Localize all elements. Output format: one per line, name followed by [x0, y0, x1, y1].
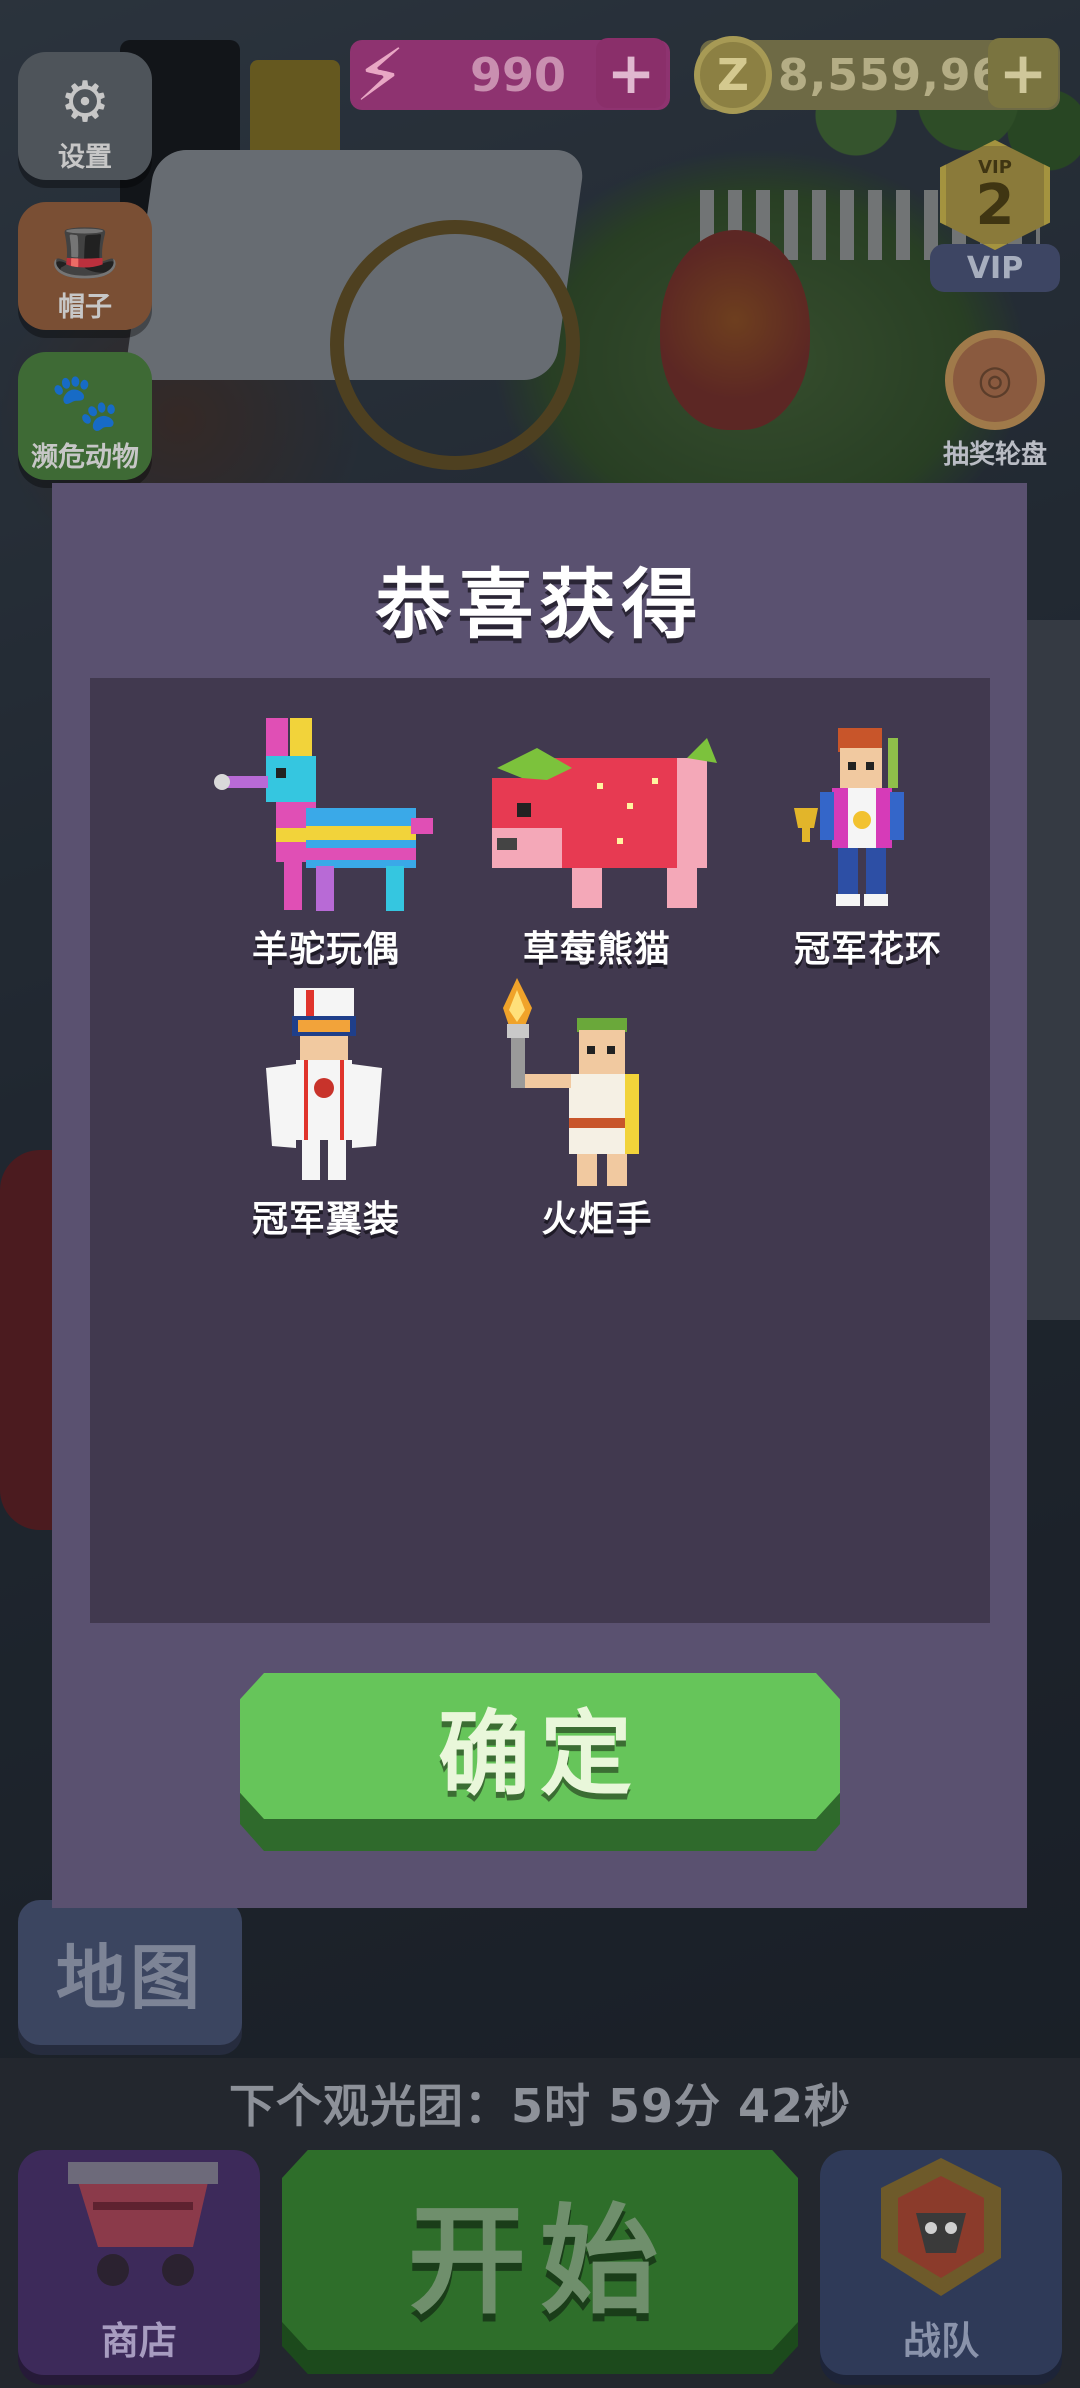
- building-edge: [1020, 620, 1080, 1320]
- torchbearer-icon: [503, 978, 639, 1186]
- hat-icon: 🎩: [50, 220, 120, 285]
- confirm-button[interactable]: 确定: [240, 1673, 840, 1853]
- team-label: 战队: [902, 2319, 979, 2363]
- reward-name: 冠军翼装: [251, 1199, 400, 1240]
- team-button[interactable]: 战队: [820, 2150, 1062, 2375]
- reward-dialog: 恭喜获得 羊驼玩偶 草莓熊猫 冠军花环 冠军翼装 火炬手 确定: [52, 483, 1027, 1908]
- reward-name: 火炬手: [541, 1199, 653, 1240]
- lightning-icon: ⚡: [354, 33, 406, 117]
- map-button[interactable]: 地图: [18, 1900, 242, 2045]
- ship-funnel: [250, 60, 340, 260]
- egg-house: [660, 230, 810, 430]
- strawberry-panda-icon: [492, 738, 717, 908]
- start-button[interactable]: 开始: [282, 2150, 798, 2375]
- reward-list: 羊驼玩偶 草莓熊猫 冠军花环 冠军翼装 火炬手: [90, 678, 990, 1623]
- start-button-face: 开始: [282, 2150, 798, 2350]
- coin-icon: Z: [694, 36, 772, 114]
- settings-label: 设置: [58, 142, 112, 173]
- energy-value: 990: [470, 48, 567, 102]
- confirm-button-face: 确定: [240, 1673, 840, 1819]
- reward-name: 冠军花环: [793, 929, 942, 970]
- reward-name: 草莓熊猫: [522, 929, 671, 970]
- add-energy-button[interactable]: +: [596, 38, 666, 108]
- ship-deck: [123, 150, 587, 380]
- lucky-wheel-label: 抽奖轮盘: [942, 440, 1047, 470]
- tour-timer: 下个观光团：5时 59分 42秒: [228, 2079, 852, 2133]
- shop-label: 商店: [100, 2319, 177, 2363]
- hat-label: 帽子: [58, 292, 112, 323]
- lucky-wheel-button[interactable]: ◎ 抽奖轮盘: [925, 330, 1065, 480]
- champion-wingsuit-icon: [266, 988, 382, 1180]
- vip-label: VIP: [930, 244, 1060, 292]
- reward-item[interactable]: 冠军花环: [748, 708, 988, 970]
- dialog-title: 恭喜获得: [375, 560, 704, 649]
- settings-button[interactable]: ⚙ 设置: [18, 52, 152, 180]
- gear-icon: ⚙: [59, 70, 111, 135]
- llama-pinata-icon: [214, 718, 433, 911]
- add-coins-button[interactable]: +: [988, 38, 1058, 108]
- paw-icon: 🐾: [50, 370, 120, 435]
- reward-item[interactable]: 冠军翼装: [206, 978, 446, 1240]
- start-label: 开始: [407, 2191, 672, 2330]
- confirm-label: 确定: [437, 1700, 642, 1808]
- ferris-wheel: [330, 220, 580, 470]
- reward-item[interactable]: 草莓熊猫: [477, 708, 717, 970]
- vip-level: 2: [975, 172, 1015, 238]
- wheel-icon: ◎: [945, 330, 1045, 430]
- endangered-animals-button[interactable]: 🐾 濒危动物: [18, 352, 152, 480]
- reward-name: 羊驼玩偶: [251, 929, 400, 970]
- vip-badge-icon: VIP 2: [940, 140, 1050, 250]
- animals-label: 濒危动物: [31, 442, 139, 473]
- champion-wreath-icon: [794, 728, 904, 906]
- vip-button[interactable]: VIP 2 VIP: [930, 140, 1060, 300]
- reward-item[interactable]: 火炬手: [477, 978, 717, 1240]
- cart-icon: [68, 2162, 218, 2286]
- hat-button[interactable]: 🎩 帽子: [18, 202, 152, 330]
- team-emblem-icon: [881, 2158, 1001, 2296]
- shop-button[interactable]: 商店: [18, 2150, 260, 2375]
- reward-item[interactable]: 羊驼玩偶: [206, 708, 446, 970]
